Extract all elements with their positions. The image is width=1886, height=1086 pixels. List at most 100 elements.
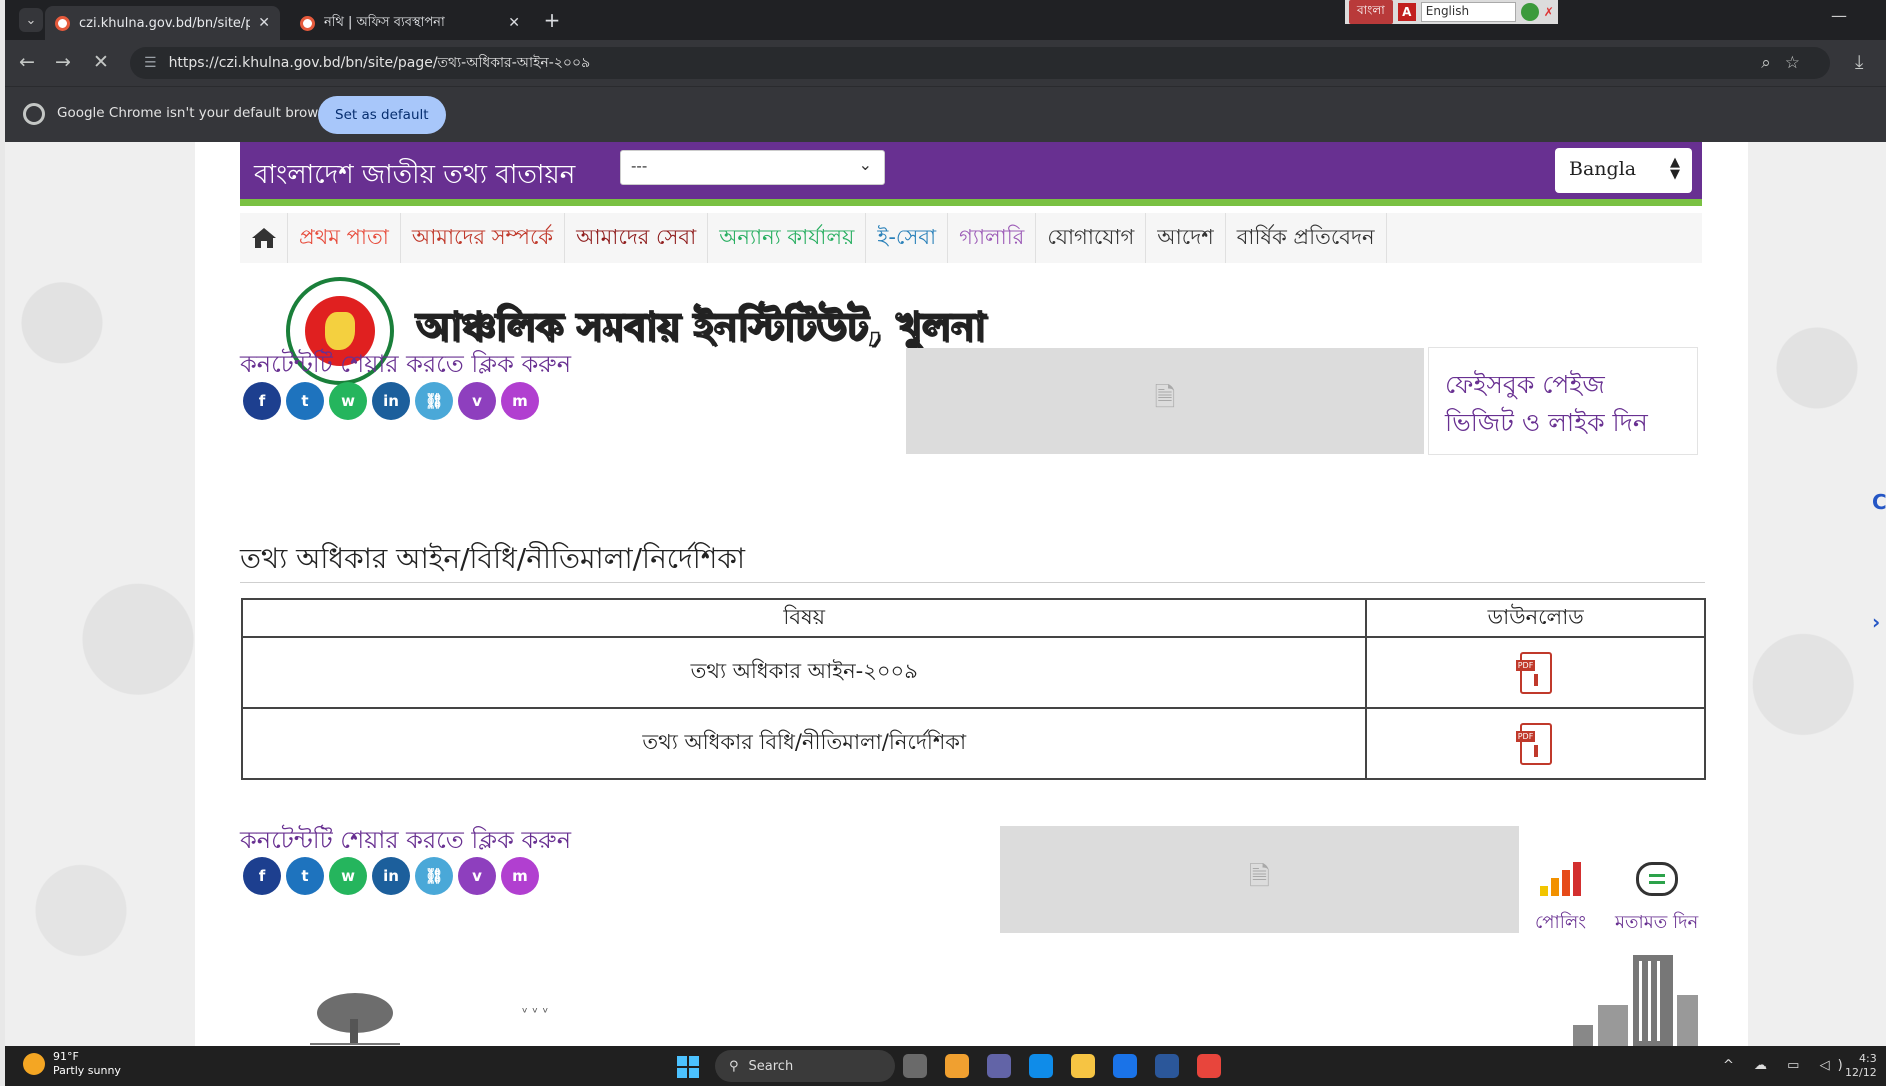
browser-tab[interactable]: নথি | অফিস ব্যবস্থাপনা ✕ (290, 6, 530, 40)
tab-title: নথি | অফিস ব্যবস্থাপনা (324, 14, 445, 30)
teams-icon[interactable] (987, 1054, 1011, 1078)
side-widget-marker: › (1872, 610, 1881, 634)
keyboard-language-select[interactable]: English (1420, 2, 1516, 22)
polling-label: পোলিং (1535, 912, 1587, 933)
forward-icon[interactable]: → (55, 51, 71, 73)
nav-item[interactable]: আমাদের সম্পর্কে (401, 213, 566, 263)
page-title: তথ্য অধিকার আইন/বিধি/নীতিমালা/নির্দেশিকা (240, 542, 746, 575)
divider (240, 582, 1705, 583)
nav-item[interactable]: বার্ষিক প্রতিবেদন (1226, 213, 1387, 263)
partly-sunny-icon (23, 1053, 45, 1075)
minimize-icon[interactable]: — (1831, 6, 1847, 25)
stop-loading-icon[interactable]: ✕ (93, 51, 109, 73)
viber-icon[interactable]: v (458, 857, 496, 895)
nav-item[interactable]: প্রথম পাতা (288, 213, 401, 263)
temperature: 91°F (53, 1050, 79, 1063)
nav-item[interactable]: অন্যান্য কার্যালয় (708, 213, 867, 263)
whatsapp-icon[interactable]: w (329, 857, 367, 895)
browser-tab-active[interactable]: czi.khulna.gov.bd/bn/site/page ✕ (45, 6, 280, 40)
table-row: তথ্য অধিকার বিধি/নীতিমালা/নির্দেশিকা PDF (240, 707, 1706, 780)
site-favicon-icon (55, 15, 70, 31)
font-icon[interactable]: A (1397, 3, 1416, 21)
nav-item[interactable]: ই-সেবা (866, 213, 949, 263)
tab-search-button[interactable]: ⌄ (19, 8, 43, 32)
portal-title: বাংলাদেশ জাতীয় তথ্য বাতায়ন (254, 160, 576, 190)
twitter-icon[interactable]: t (286, 382, 324, 420)
whatsapp-icon[interactable]: w (329, 382, 367, 420)
file-explorer-icon[interactable] (1071, 1054, 1095, 1078)
close-tab-icon[interactable]: ✕ (508, 15, 520, 31)
set-as-default-button[interactable]: Set as default (318, 96, 446, 134)
messenger-icon[interactable]: m (501, 382, 539, 420)
system-tray-icons[interactable]: ^ ☁ ▭ ◁) (1723, 1058, 1851, 1073)
link-icon[interactable]: ⛓ (415, 857, 453, 895)
mail-icon[interactable] (1113, 1054, 1137, 1078)
default-browser-infobar: Google Chrome isn't your default browser… (5, 86, 1886, 142)
nav-item[interactable]: যোগাযোগ (1036, 213, 1147, 263)
clock[interactable]: 4:3 12/12 (1845, 1052, 1877, 1080)
time: 4:3 (1859, 1052, 1877, 1065)
linkedin-icon[interactable]: in (372, 857, 410, 895)
url-text: https://czi.khulna.gov.bd/bn/site/page/ত… (168, 55, 591, 71)
documents-table: বিষয় ডাউনলোড তথ্য অধিকার আইন-২০০৯ PDF ত… (240, 598, 1706, 780)
language-select-value: Bangla (1569, 158, 1637, 180)
bangla-keyboard-button[interactable]: বাংলা (1349, 0, 1393, 24)
chrome-taskbar-icon[interactable] (1197, 1054, 1221, 1078)
new-tab-button[interactable]: + (540, 8, 564, 32)
link-icon[interactable]: ⛓ (415, 382, 453, 420)
weather-widget[interactable]: 91°F Partly sunny (23, 1050, 121, 1078)
close-tab-icon[interactable]: ✕ (258, 15, 270, 31)
sort-arrows-icon: ▲ ▼ (1670, 155, 1680, 182)
table-row: তথ্য অধিকার আইন-২০০৯ PDF (240, 636, 1706, 709)
site-info-icon[interactable]: ☰ (144, 55, 157, 71)
nav-item[interactable]: আদেশ (1146, 213, 1226, 263)
feedback-widget[interactable]: মতামত দিন (1615, 862, 1698, 939)
linkedin-icon[interactable]: in (372, 382, 410, 420)
browser-tab-strip: ⌄ czi.khulna.gov.bd/bn/site/page ✕ নথি |… (5, 0, 1886, 40)
edge-icon[interactable] (1029, 1054, 1053, 1078)
nav-item[interactable]: আমাদের সেবা (565, 213, 709, 263)
copilot-icon[interactable] (945, 1054, 969, 1078)
download-cell: PDF (1365, 707, 1706, 780)
share-title: কনটেন্টটি শেয়ার করতে ক্লিক করুন (240, 350, 572, 378)
home-icon[interactable] (240, 213, 288, 263)
city-illustration (1573, 955, 1698, 1046)
side-widget-marker: C (1872, 490, 1886, 514)
facebook-icon[interactable]: f (243, 857, 281, 895)
taskbar-search[interactable]: ⚲ Search (715, 1050, 895, 1082)
ministry-select[interactable]: --- ⌄ (620, 150, 885, 185)
twitter-icon[interactable]: t (286, 857, 324, 895)
column-header-subject: বিষয় (240, 598, 1368, 638)
download-cell: PDF (1365, 636, 1706, 709)
pdf-download-icon[interactable]: PDF (1515, 651, 1552, 694)
viber-icon[interactable]: v (458, 382, 496, 420)
banner-image-placeholder: 🗎 (906, 348, 1424, 454)
settings-icon[interactable] (1520, 3, 1539, 21)
portal-header: বাংলাদেশ জাতীয় তথ্য বাতায়ন --- ⌄ Bangl… (240, 142, 1702, 206)
facebook-icon[interactable]: f (243, 382, 281, 420)
polling-widget[interactable]: পোলিং (1535, 860, 1586, 939)
bar-chart-icon (1535, 860, 1586, 896)
url-input[interactable]: ☰ https://czi.khulna.gov.bd/bn/site/page… (130, 47, 1830, 79)
table-header-row: বিষয় ডাউনলোড (240, 598, 1706, 638)
social-share-bar: f t w in ⛓ v m (243, 857, 539, 895)
infobar-message: Google Chrome isn't your default browser (57, 105, 340, 121)
task-view-icon[interactable] (903, 1054, 927, 1078)
taskbar-search-placeholder: Search (748, 1058, 794, 1074)
zoom-and-bookmark-icons[interactable]: ⌕☆ (1761, 53, 1814, 73)
back-icon[interactable]: ← (19, 51, 35, 73)
facebook-page-link[interactable]: ফেইসবুক পেইজ ভিজিট ও লাইক দিন (1428, 347, 1698, 455)
messenger-icon[interactable]: m (501, 857, 539, 895)
search-icon: ⚲ (729, 1058, 739, 1074)
pdf-download-icon[interactable]: PDF (1515, 722, 1552, 765)
tree-illustration (310, 993, 400, 1045)
download-icon[interactable]: ⤓ (1855, 51, 1863, 73)
nav-item[interactable]: গ্যালারি (948, 213, 1037, 263)
language-select[interactable]: Bangla ▲ ▼ (1555, 148, 1692, 193)
close-icon[interactable]: ✗ (1544, 5, 1554, 19)
word-icon[interactable] (1155, 1054, 1179, 1078)
chevron-down-icon: ⌄ (858, 155, 872, 174)
chat-bubble-icon (1635, 862, 1678, 896)
decorative-background-right (1748, 142, 1886, 1046)
windows-start-icon[interactable] (677, 1056, 699, 1078)
